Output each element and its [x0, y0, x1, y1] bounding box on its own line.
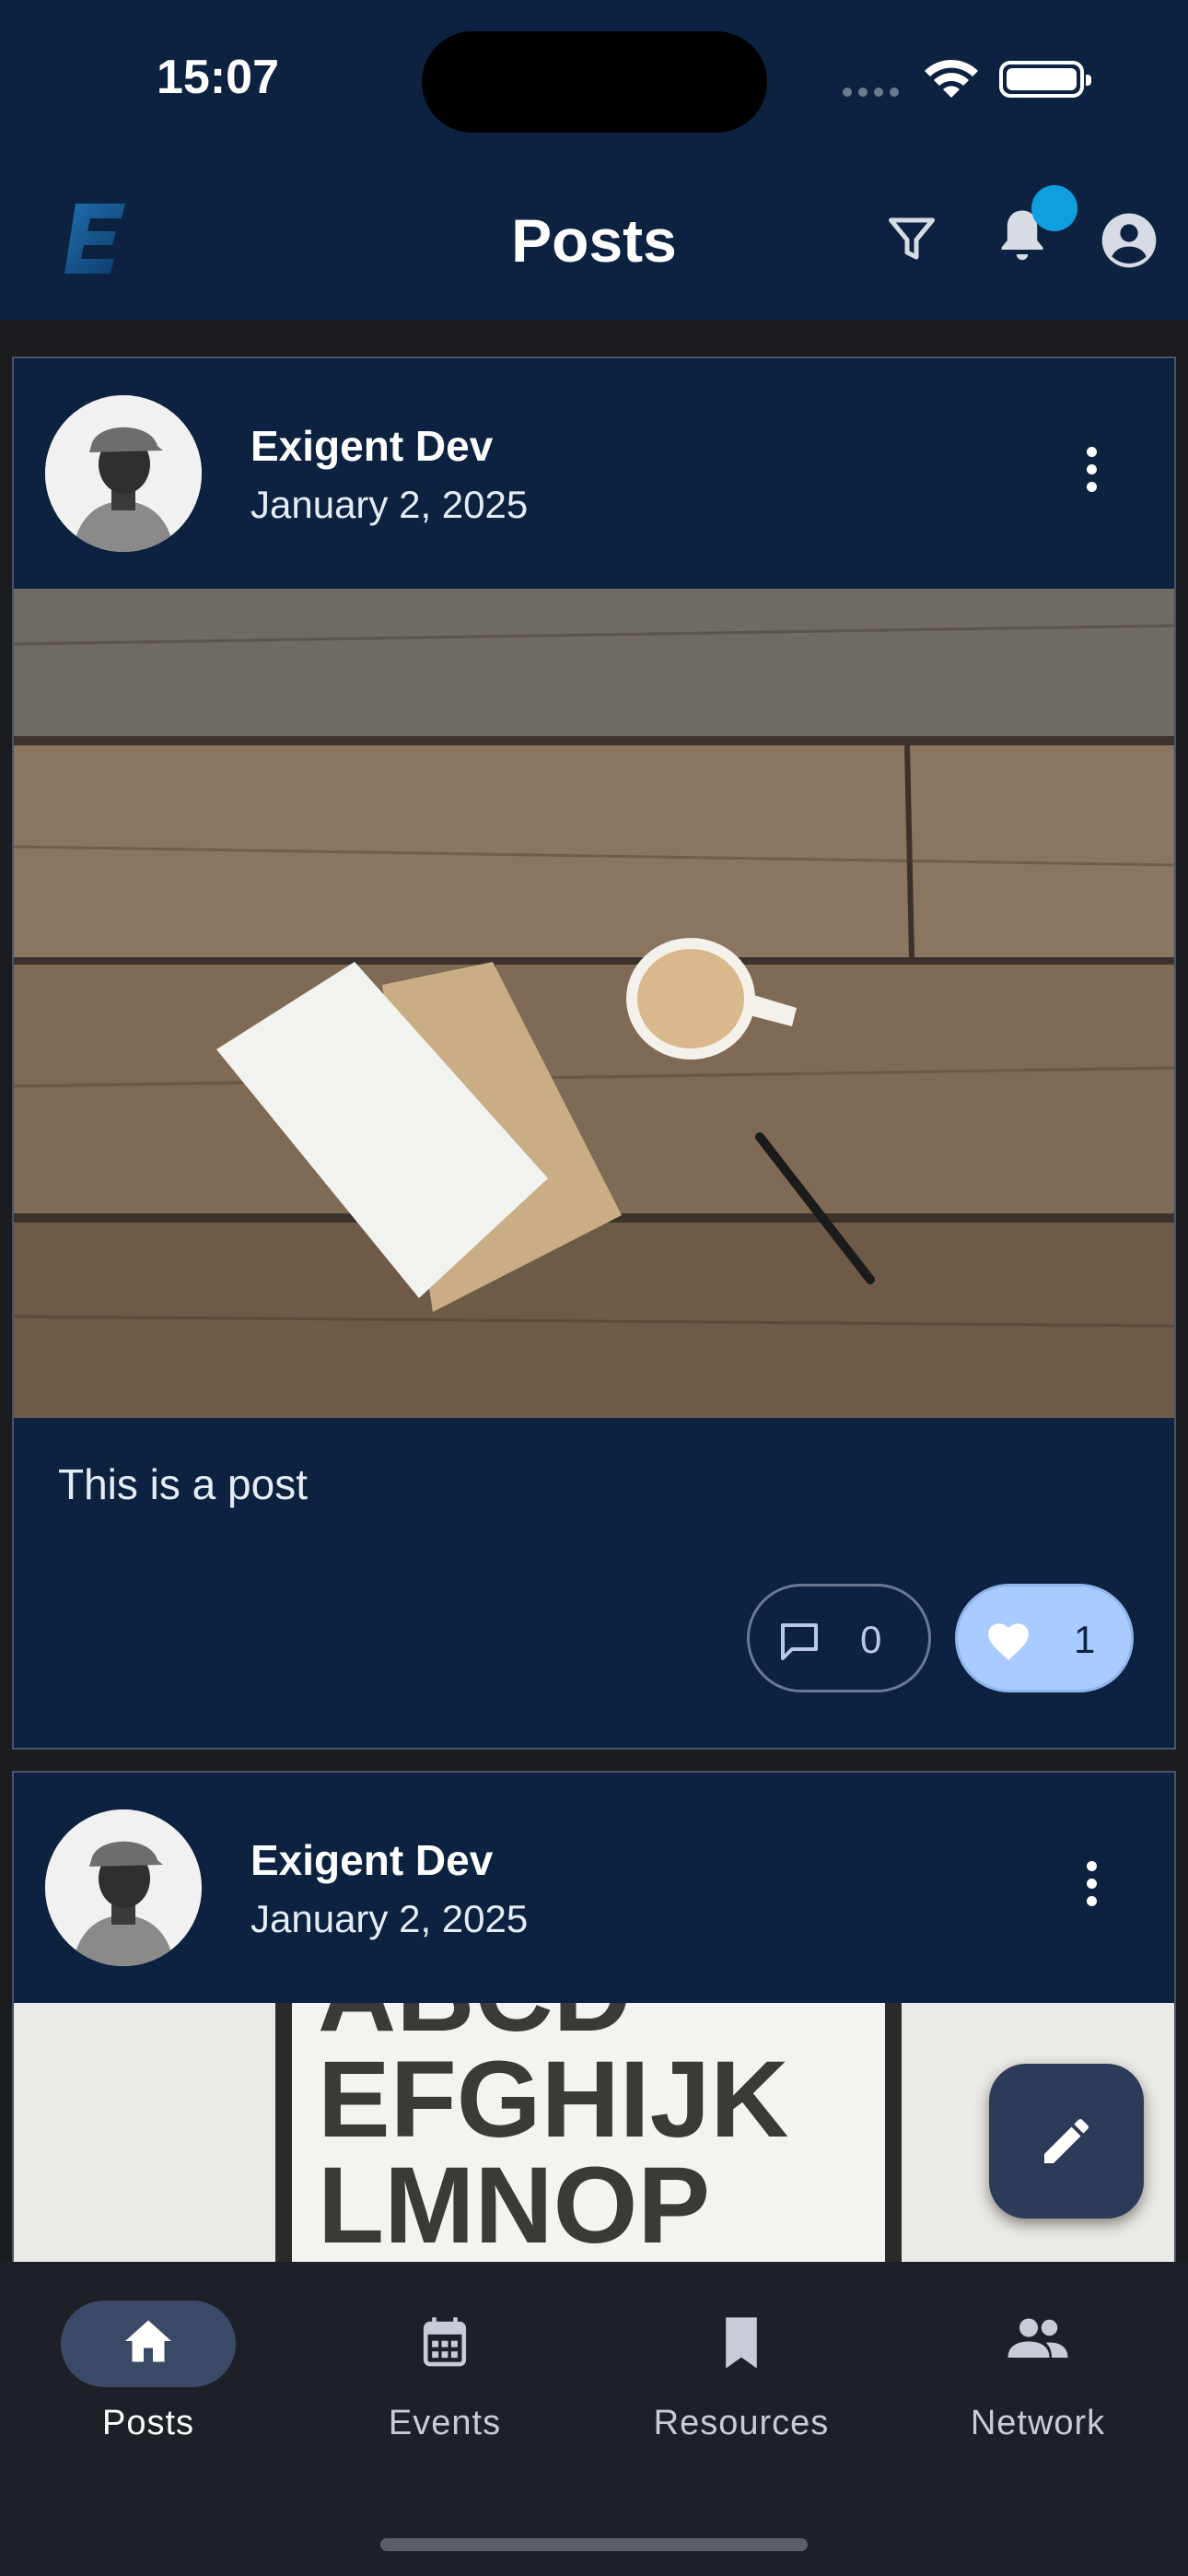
poster-line: QRSTUV: [318, 2251, 771, 2262]
account-icon[interactable]: [1100, 211, 1159, 270]
status-time: 15:07: [157, 51, 279, 104]
avatar-image: [45, 1809, 202, 1966]
nav-label: Posts: [101, 2404, 195, 2442]
post-feed[interactable]: Exigent Dev January 2, 2025 This is a po…: [0, 320, 1188, 2262]
battery-icon: [999, 61, 1091, 98]
calendar-icon: [423, 2317, 467, 2367]
post-author[interactable]: Exigent Dev: [250, 421, 493, 471]
poster-line: EFGHIJK: [318, 2039, 788, 2160]
post-text: This is a post: [58, 1460, 308, 1508]
comment-icon: [781, 1623, 818, 1660]
nav-item-resources[interactable]: Resources: [593, 2262, 890, 2465]
post-author[interactable]: Exigent Dev: [250, 1835, 493, 1885]
heart-icon: [988, 1623, 1029, 1660]
post-card[interactable]: Exigent Dev January 2, 2025 This is a po…: [12, 357, 1176, 1750]
app-bar: Posts: [0, 161, 1188, 320]
pencil-icon: [1044, 2118, 1089, 2163]
post-date: January 2, 2025: [250, 483, 529, 526]
post-image[interactable]: [14, 589, 1174, 1418]
comment-button[interactable]: 0: [747, 1584, 931, 1692]
avatar[interactable]: [45, 395, 202, 552]
more-options-button[interactable]: [1073, 447, 1110, 502]
post-date: January 2, 2025: [250, 1897, 529, 1940]
notification-badge: [1031, 185, 1077, 231]
people-icon: [1007, 2318, 1068, 2358]
more-options-button[interactable]: [1073, 1861, 1110, 1916]
avatar-image: [45, 395, 202, 552]
nav-item-network[interactable]: Network: [890, 2262, 1186, 2465]
nav-label: Resources: [653, 2404, 830, 2442]
create-post-button[interactable]: [989, 2064, 1144, 2219]
bottom-navigation: Posts Events Resources Network: [0, 2262, 1188, 2576]
post-photo: [14, 589, 1174, 1418]
nav-item-posts[interactable]: Posts: [0, 2262, 297, 2465]
like-button[interactable]: 1: [955, 1584, 1134, 1692]
nav-item-events[interactable]: Events: [297, 2262, 593, 2465]
filter-icon[interactable]: [884, 211, 939, 266]
nav-label: Events: [388, 2404, 502, 2442]
poster-line: LMNOP: [318, 2145, 710, 2262]
nav-label: Network: [970, 2404, 1106, 2442]
cellular-signal-icon: [843, 85, 905, 101]
home-icon: [125, 2320, 171, 2362]
bookmark-icon: [726, 2317, 757, 2369]
comment-count: 0: [860, 1618, 882, 1661]
avatar[interactable]: [45, 1809, 202, 1966]
wifi-icon: [925, 59, 978, 98]
status-bar: 15:07: [0, 0, 1188, 161]
like-count: 1: [1074, 1618, 1096, 1661]
dynamic-island: [422, 31, 767, 133]
home-indicator[interactable]: [380, 2538, 808, 2551]
